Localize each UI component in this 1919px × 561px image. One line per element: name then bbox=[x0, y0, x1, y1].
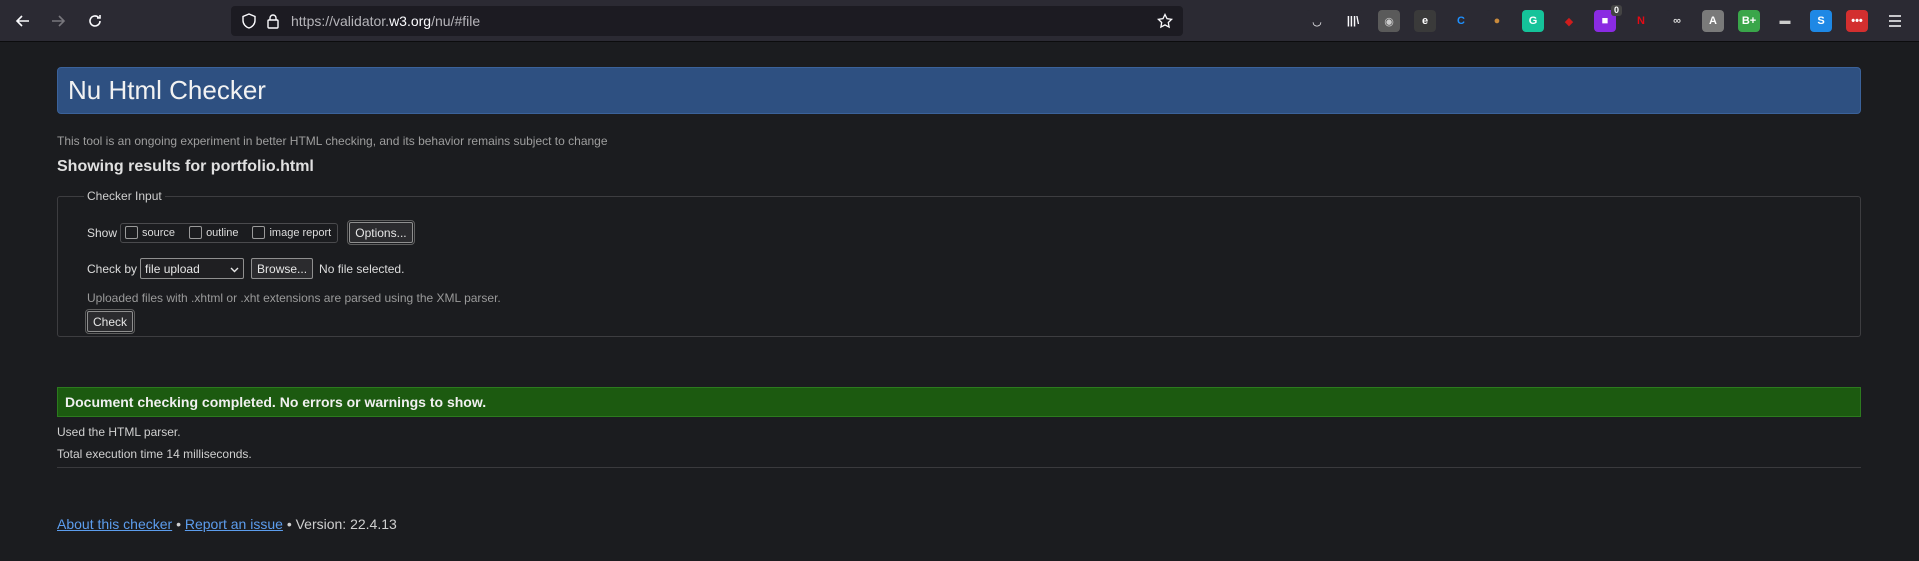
cookie-extension-icon[interactable]: ● bbox=[1486, 10, 1508, 32]
red-shield-icon[interactable]: ◆ bbox=[1558, 10, 1580, 32]
check-by-select[interactable]: file upload bbox=[140, 258, 245, 279]
edge-extension-icon[interactable]: e bbox=[1414, 10, 1436, 32]
about-checker-link[interactable]: About this checker bbox=[57, 516, 172, 532]
pocket-icon[interactable]: ◡ bbox=[1306, 10, 1328, 32]
forward-arrow-icon[interactable] bbox=[45, 9, 71, 33]
source-checkbox[interactable] bbox=[125, 226, 139, 239]
s-extension-icon[interactable]: S bbox=[1810, 10, 1832, 32]
red-dots-extension-icon[interactable]: ••• bbox=[1846, 10, 1868, 32]
title-banner: Nu Html Checker bbox=[57, 67, 1861, 114]
page-title: Nu Html Checker bbox=[68, 75, 266, 105]
footer-separator: • bbox=[176, 516, 181, 532]
profile-extension-icon[interactable]: ◉ bbox=[1378, 10, 1400, 32]
url-host: w3.org bbox=[389, 13, 432, 29]
purple-extension-icon[interactable]: ■ 0 bbox=[1594, 5, 1622, 32]
glasses-extension-icon[interactable]: ∞ bbox=[1666, 10, 1688, 32]
grammarly-icon[interactable]: G bbox=[1522, 10, 1544, 32]
bplus-extension-icon[interactable]: B+ bbox=[1738, 10, 1760, 32]
extensions-bar: ◡ |||\ ◉ e C ● G ◆ ■ 0 N ∞ A B+ ▬ S ••• bbox=[1306, 5, 1882, 33]
execution-time: Total execution time 14 milliseconds. bbox=[57, 447, 252, 461]
check-by-label: Check by bbox=[87, 261, 138, 276]
image-report-checkbox[interactable] bbox=[252, 226, 266, 239]
tagline: This tool is an ongoing experiment in be… bbox=[57, 134, 608, 148]
bookmark-star-icon[interactable] bbox=[1155, 11, 1175, 31]
chevron-down-icon bbox=[230, 262, 239, 276]
check-button[interactable]: Check bbox=[84, 309, 136, 334]
checker-input-legend: Checker Input bbox=[87, 189, 162, 203]
extension-badge: 0 bbox=[1610, 5, 1622, 16]
library-icon[interactable]: |||\ bbox=[1342, 10, 1364, 32]
c-extension-icon[interactable]: C bbox=[1450, 10, 1472, 32]
version-text: Version: 22.4.13 bbox=[295, 516, 397, 532]
footer-separator: • bbox=[286, 516, 292, 532]
file-status: No file selected. bbox=[319, 261, 405, 276]
back-arrow-icon[interactable] bbox=[10, 9, 36, 33]
tracking-shield-icon[interactable] bbox=[239, 11, 259, 31]
footer: About this checker • Report an issue • V… bbox=[57, 516, 1861, 532]
check-row: Check bbox=[84, 309, 136, 334]
divider bbox=[57, 467, 1861, 468]
options-button[interactable]: Options... bbox=[347, 220, 415, 245]
check-by-value: file upload bbox=[145, 261, 200, 276]
page-content: Nu Html Checker This tool is an ongoing … bbox=[57, 67, 1861, 532]
show-options-group: source outline image report bbox=[120, 222, 339, 243]
lock-icon[interactable] bbox=[263, 11, 283, 31]
translate-extension-icon[interactable]: A bbox=[1702, 10, 1724, 32]
source-label[interactable]: source bbox=[142, 227, 175, 239]
url-text[interactable]: https://validator.w3.org/nu/#file bbox=[291, 13, 480, 29]
outline-label[interactable]: outline bbox=[206, 227, 238, 239]
xml-parser-note: Uploaded files with .xhtml or .xht exten… bbox=[87, 291, 501, 305]
show-label: Show bbox=[87, 225, 118, 240]
url-bar[interactable]: https://validator.w3.org/nu/#file bbox=[231, 6, 1183, 36]
reload-icon[interactable] bbox=[82, 9, 108, 33]
parser-info: Used the HTML parser. bbox=[57, 425, 181, 439]
check-by-row: Check by file upload Browse... No file s… bbox=[87, 258, 404, 279]
outline-checkbox[interactable] bbox=[189, 226, 203, 239]
tank-extension-icon[interactable]: ▬ bbox=[1774, 10, 1796, 32]
image-report-label[interactable]: image report bbox=[269, 227, 331, 239]
netflix-icon[interactable]: N bbox=[1630, 10, 1652, 32]
results-heading: Showing results for portfolio.html bbox=[57, 158, 314, 175]
url-prefix: https://validator. bbox=[291, 13, 390, 29]
browse-button[interactable]: Browse... bbox=[251, 258, 314, 279]
checker-input-fieldset: Checker Input Show source outline image … bbox=[57, 189, 1861, 337]
success-message: Document checking completed. No errors o… bbox=[57, 387, 1861, 417]
report-issue-link[interactable]: Report an issue bbox=[185, 516, 283, 532]
show-options-row: Show source outline image report Options… bbox=[87, 220, 415, 245]
browser-toolbar: https://validator.w3.org/nu/#file ◡ |||\ ◉… bbox=[0, 0, 1919, 42]
menu-hamburger-icon[interactable] bbox=[1882, 9, 1908, 33]
url-path: /nu/#file bbox=[431, 13, 481, 29]
